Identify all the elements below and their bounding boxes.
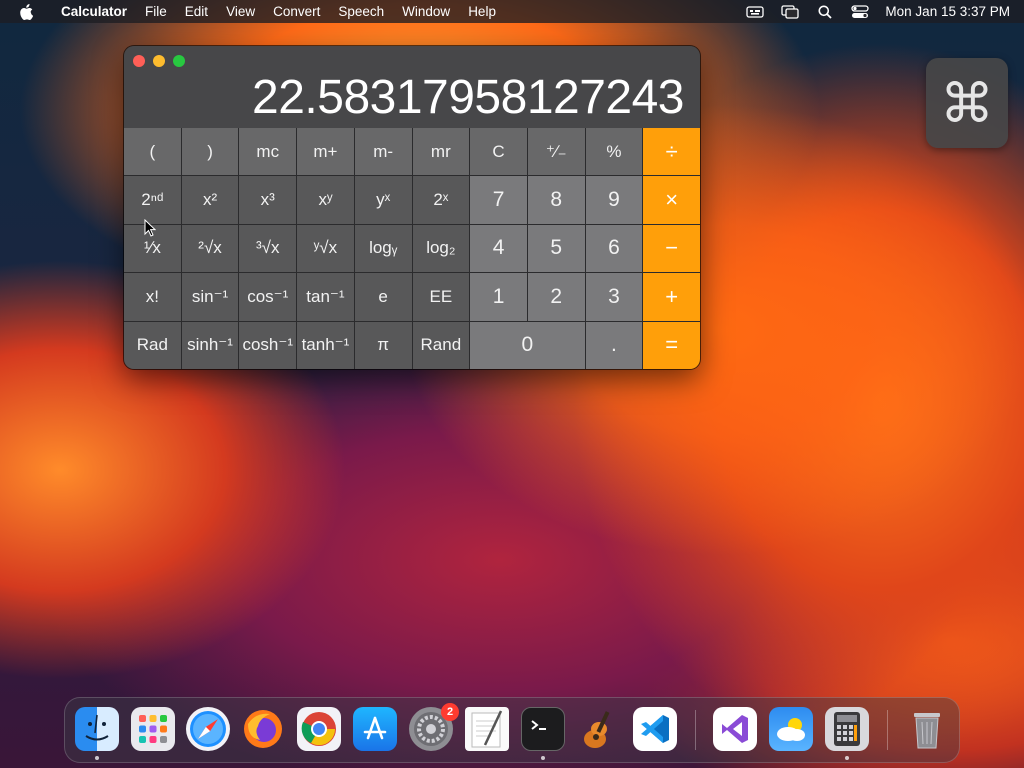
key-y-root[interactable]: ʸ√x	[297, 224, 354, 273]
dock: 2	[64, 697, 960, 763]
key-power-xy[interactable]: xʸ	[297, 176, 354, 224]
key-memory-clear[interactable]: mc	[239, 128, 297, 176]
dock-separator-trash	[887, 710, 888, 750]
apple-menu-icon[interactable]	[0, 3, 52, 20]
menu-edit[interactable]: Edit	[176, 0, 217, 23]
key-digit-1[interactable]: 1	[470, 273, 527, 321]
key-rad-deg[interactable]: Rad	[124, 321, 181, 369]
key-digit-6[interactable]: 6	[585, 224, 643, 273]
key-equals[interactable]: =	[643, 321, 700, 369]
key-random[interactable]: Rand	[412, 321, 470, 369]
key-sign-toggle[interactable]: ⁺∕₋	[527, 128, 585, 176]
key-square-root[interactable]: ²√x	[181, 224, 239, 273]
key-decimal[interactable]: .	[585, 321, 643, 369]
menu-help[interactable]: Help	[459, 0, 505, 23]
vscode-icon[interactable]	[633, 707, 677, 751]
key-log-y[interactable]: logᵧ	[354, 224, 412, 273]
terminal-running-indicator	[541, 756, 545, 760]
key-cube-root[interactable]: ³√x	[239, 224, 297, 273]
dock-separator	[695, 710, 696, 750]
keyboard-input-icon[interactable]	[745, 4, 765, 20]
key-arctanh[interactable]: tanh⁻¹	[297, 321, 354, 369]
key-percent[interactable]: %	[585, 128, 643, 176]
finder-running-indicator	[95, 756, 99, 760]
textedit-icon[interactable]	[465, 707, 509, 751]
system-preferences-notification-badge: 2	[441, 703, 459, 721]
key-close-paren[interactable]: )	[181, 128, 239, 176]
spotlight-search-icon[interactable]	[815, 4, 835, 20]
visual-studio-icon[interactable]	[713, 707, 757, 751]
key-digit-8[interactable]: 8	[527, 176, 585, 224]
key-pi[interactable]: π	[354, 321, 412, 369]
key-arcsinh[interactable]: sinh⁻¹	[181, 321, 239, 369]
key-second[interactable]: 2ⁿᵈ	[124, 176, 181, 224]
key-digit-4[interactable]: 4	[470, 224, 527, 273]
key-multiply[interactable]: ×	[643, 176, 700, 224]
calculator-running-indicator	[845, 756, 849, 760]
calculator-app-icon[interactable]	[825, 707, 869, 751]
key-digit-2[interactable]: 2	[527, 273, 585, 321]
calculator-keypad: ( ) mc m+ m- mr C ⁺∕₋ % ÷ 2ⁿᵈ x² x³ xʸ y…	[124, 128, 700, 369]
garageband-icon[interactable]	[577, 707, 621, 751]
screen-mirroring-icon[interactable]	[780, 4, 800, 20]
command-key-overlay: ⌘	[926, 58, 1008, 148]
key-exponent-ee[interactable]: EE	[412, 273, 470, 321]
key-power-yx[interactable]: yˣ	[354, 176, 412, 224]
key-digit-5[interactable]: 5	[527, 224, 585, 273]
key-divide[interactable]: ÷	[643, 128, 700, 176]
key-open-paren[interactable]: (	[124, 128, 181, 176]
finder-icon[interactable]	[75, 707, 119, 751]
firefox-icon[interactable]	[241, 707, 285, 751]
app-store-icon[interactable]	[353, 707, 397, 751]
key-euler-e[interactable]: e	[354, 273, 412, 321]
menu-bar: Calculator File Edit View Convert Speech…	[0, 0, 1024, 23]
menu-file[interactable]: File	[136, 0, 176, 23]
mouse-pointer-icon	[144, 218, 157, 237]
menu-view[interactable]: View	[217, 0, 264, 23]
key-arcsin[interactable]: sin⁻¹	[181, 273, 239, 321]
key-memory-subtract[interactable]: m-	[354, 128, 412, 176]
key-arccosh[interactable]: cosh⁻¹	[239, 321, 297, 369]
key-digit-7[interactable]: 7	[470, 176, 527, 224]
terminal-icon[interactable]	[521, 707, 565, 751]
key-arctan[interactable]: tan⁻¹	[297, 273, 354, 321]
command-key-icon: ⌘	[940, 73, 994, 134]
key-subtract[interactable]: −	[643, 224, 700, 273]
key-memory-add[interactable]: m+	[297, 128, 354, 176]
menu-convert[interactable]: Convert	[264, 0, 329, 23]
key-clear[interactable]: C	[470, 128, 527, 176]
menubar-clock[interactable]: Mon Jan 15 3:37 PM	[885, 4, 1010, 19]
key-log-2[interactable]: log₂	[412, 224, 470, 273]
key-cube[interactable]: x³	[239, 176, 297, 224]
menu-app-name[interactable]: Calculator	[52, 0, 136, 23]
key-square[interactable]: x²	[181, 176, 239, 224]
zoom-window-button[interactable]	[173, 55, 185, 67]
key-arccos[interactable]: cos⁻¹	[239, 273, 297, 321]
calculator-window: 22.58317958127243 ( ) mc m+ m- mr C ⁺∕₋ …	[124, 46, 700, 369]
control-center-icon[interactable]	[850, 4, 870, 20]
menu-window[interactable]: Window	[393, 0, 459, 23]
close-window-button[interactable]	[133, 55, 145, 67]
chrome-icon[interactable]	[297, 707, 341, 751]
key-digit-9[interactable]: 9	[585, 176, 643, 224]
key-digit-3[interactable]: 3	[585, 273, 643, 321]
minimize-window-button[interactable]	[153, 55, 165, 67]
safari-icon[interactable]	[186, 707, 230, 751]
launchpad-icon[interactable]	[131, 707, 175, 751]
key-factorial[interactable]: x!	[124, 273, 181, 321]
trash-icon[interactable]	[905, 707, 949, 751]
key-digit-0[interactable]: 0	[470, 321, 585, 369]
key-add[interactable]: +	[643, 273, 700, 321]
calculator-titlebar: 22.58317958127243	[124, 46, 700, 128]
key-memory-recall[interactable]: mr	[412, 128, 470, 176]
calculator-display: 22.58317958127243	[252, 71, 684, 124]
menu-speech[interactable]: Speech	[329, 0, 393, 23]
key-two-power-x[interactable]: 2ˣ	[412, 176, 470, 224]
weather-icon[interactable]	[769, 707, 813, 751]
